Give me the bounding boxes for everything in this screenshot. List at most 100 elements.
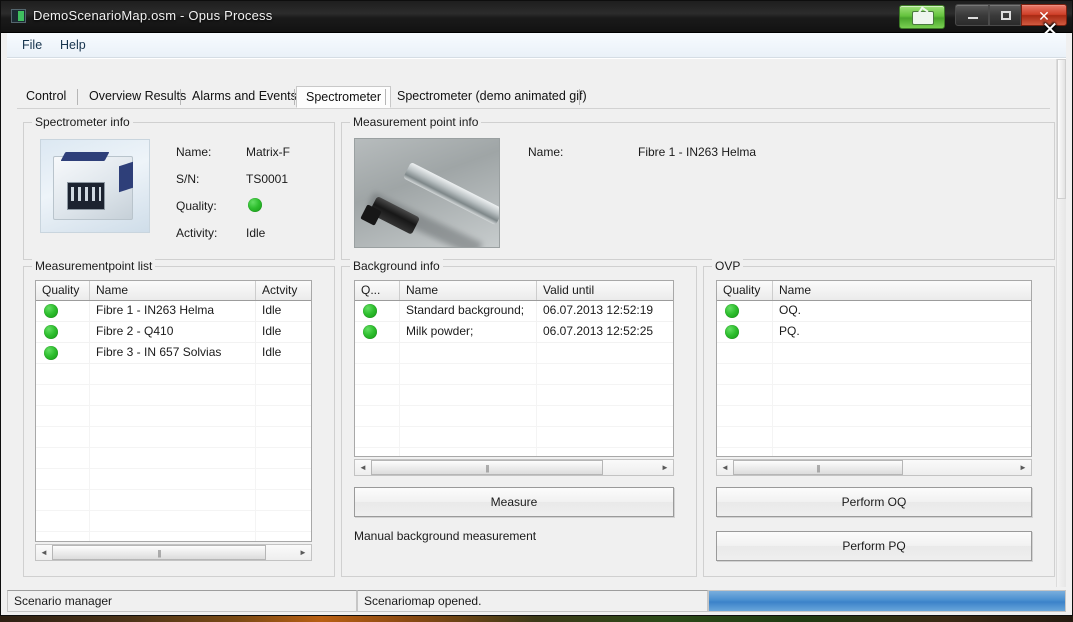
table-empty-row[interactable] xyxy=(717,448,1031,457)
fibre-probe-photo xyxy=(354,138,500,248)
table-row[interactable]: Standard background; 06.07.2013 12:52:19 xyxy=(355,301,673,322)
cell-quality xyxy=(355,322,400,342)
ovp-table[interactable]: Quality Name OQ. PQ. xyxy=(716,280,1032,457)
table-empty-row[interactable] xyxy=(36,490,311,511)
table-empty-row[interactable] xyxy=(355,364,673,385)
quality-indicator xyxy=(44,325,58,339)
cell-name: Fibre 3 - IN 657 Solvias xyxy=(90,343,256,363)
table-empty-row[interactable] xyxy=(355,385,673,406)
empty-cell xyxy=(256,406,311,426)
menu-bar: File Help xyxy=(7,33,1066,58)
window-title: DemoScenarioMap.osm - Opus Process xyxy=(33,8,272,23)
table-empty-row[interactable] xyxy=(36,532,311,542)
table-empty-row[interactable] xyxy=(355,406,673,427)
perform-oq-button[interactable]: Perform OQ xyxy=(716,487,1032,517)
column-header-quality[interactable]: Q... xyxy=(355,281,400,300)
cell-name: Fibre 1 - IN263 Helma xyxy=(90,301,256,321)
vertical-scrollbar[interactable] xyxy=(1056,59,1066,587)
tab-spectrometer-demo-animated-gif[interactable]: Spectrometer (demo animated gif) xyxy=(388,86,596,108)
table-empty-row[interactable] xyxy=(355,427,673,448)
quality-indicator xyxy=(44,346,58,360)
table-empty-row[interactable] xyxy=(36,448,311,469)
table-row[interactable]: Fibre 3 - IN 657 Solvias Idle xyxy=(36,343,311,364)
empty-cell xyxy=(90,490,256,510)
empty-cell xyxy=(256,427,311,447)
table-empty-row[interactable] xyxy=(36,385,311,406)
table-empty-row[interactable] xyxy=(36,406,311,427)
table-empty-row[interactable] xyxy=(355,343,673,364)
table-empty-row[interactable] xyxy=(717,406,1031,427)
scroll-right-arrow-icon[interactable]: ► xyxy=(295,545,311,560)
scroll-right-arrow-icon[interactable]: ► xyxy=(1015,460,1031,475)
spectrometer-device-photo xyxy=(40,139,150,233)
table-row[interactable]: OQ. xyxy=(717,301,1031,322)
cell-name: Fibre 2 - Q410 xyxy=(90,322,256,342)
measurementpoint-horizontal-scrollbar[interactable]: ◄ ► xyxy=(35,544,312,561)
background-horizontal-scrollbar[interactable]: ◄ ► xyxy=(354,459,674,476)
measure-button-label: Measure xyxy=(355,488,673,516)
maximize-button[interactable] xyxy=(989,4,1021,26)
measurementpoint-table[interactable]: Quality Name Actvity Fibre 1 - IN263 Hel… xyxy=(35,280,312,542)
scroll-left-arrow-icon[interactable]: ◄ xyxy=(36,545,52,560)
tab-separator-2 xyxy=(180,89,181,105)
scroll-thumb[interactable] xyxy=(371,460,603,475)
empty-cell xyxy=(773,343,1031,363)
empty-cell xyxy=(537,385,673,405)
menu-item-help[interactable]: Help xyxy=(53,37,93,53)
scroll-left-arrow-icon[interactable]: ◄ xyxy=(355,460,371,475)
table-empty-row[interactable] xyxy=(717,427,1031,448)
table-row[interactable]: Milk powder; 06.07.2013 12:52:25 xyxy=(355,322,673,343)
table-row[interactable]: PQ. xyxy=(717,322,1031,343)
empty-cell xyxy=(773,406,1031,426)
table-empty-row[interactable] xyxy=(717,343,1031,364)
table-empty-row[interactable] xyxy=(717,385,1031,406)
spectrometer-photo-top xyxy=(61,152,110,161)
tab-alarms-and-events[interactable]: Alarms and Events xyxy=(183,86,306,108)
menu-item-file[interactable]: File xyxy=(15,37,49,53)
ovp-horizontal-scrollbar[interactable]: ◄ ► xyxy=(716,459,1032,476)
table-row[interactable]: Fibre 2 - Q410 Idle xyxy=(36,322,311,343)
measurement-point-info-legend: Measurement point info xyxy=(350,115,481,129)
scroll-right-arrow-icon[interactable]: ► xyxy=(657,460,673,475)
table-empty-row[interactable] xyxy=(36,511,311,532)
empty-cell xyxy=(400,343,537,363)
column-header-name[interactable]: Name xyxy=(90,281,256,300)
table-empty-row[interactable] xyxy=(36,469,311,490)
status-progress-bar xyxy=(708,590,1066,612)
column-header-quality[interactable]: Quality xyxy=(36,281,90,300)
scroll-track[interactable] xyxy=(371,460,657,475)
table-empty-row[interactable] xyxy=(36,364,311,385)
status-progress-fill xyxy=(709,591,1065,611)
empty-cell xyxy=(355,385,400,405)
empty-cell xyxy=(90,511,256,531)
minimize-button[interactable] xyxy=(955,4,989,26)
spectrometer-activity-value: Idle xyxy=(246,226,265,240)
table-empty-row[interactable] xyxy=(355,448,673,457)
tab-control[interactable]: Control xyxy=(17,86,75,108)
scroll-left-arrow-icon[interactable]: ◄ xyxy=(717,460,733,475)
empty-cell xyxy=(773,364,1031,384)
scroll-thumb[interactable] xyxy=(733,460,903,475)
column-header-valid-until[interactable]: Valid until xyxy=(537,281,673,300)
tab-spectrometer[interactable]: Spectrometer xyxy=(296,86,391,108)
table-empty-row[interactable] xyxy=(36,427,311,448)
column-header-name[interactable]: Name xyxy=(400,281,537,300)
table-empty-row[interactable] xyxy=(717,364,1031,385)
column-header-quality[interactable]: Quality xyxy=(717,281,773,300)
measure-button[interactable]: Measure xyxy=(354,487,674,517)
scroll-track[interactable] xyxy=(733,460,1015,475)
vertical-scrollbar-thumb[interactable] xyxy=(1057,59,1066,199)
touch-keyboard-icon[interactable] xyxy=(899,5,945,29)
column-header-name[interactable]: Name xyxy=(773,281,1031,300)
minimize-icon xyxy=(968,17,978,19)
background-table[interactable]: Q... Name Valid until Standard backgroun… xyxy=(354,280,674,457)
scroll-track[interactable] xyxy=(52,545,295,560)
scroll-thumb[interactable] xyxy=(52,545,266,560)
perform-pq-button[interactable]: Perform PQ xyxy=(716,531,1032,561)
table-row[interactable]: Fibre 1 - IN263 Helma Idle xyxy=(36,301,311,322)
column-header-activity[interactable]: Actvity xyxy=(256,281,311,300)
background-info-legend: Background info xyxy=(350,259,443,273)
cell-name: OQ. xyxy=(773,301,1031,321)
tab-overview-results[interactable]: Overview Results xyxy=(80,86,195,108)
ovp-table-header: Quality Name xyxy=(717,281,1031,301)
